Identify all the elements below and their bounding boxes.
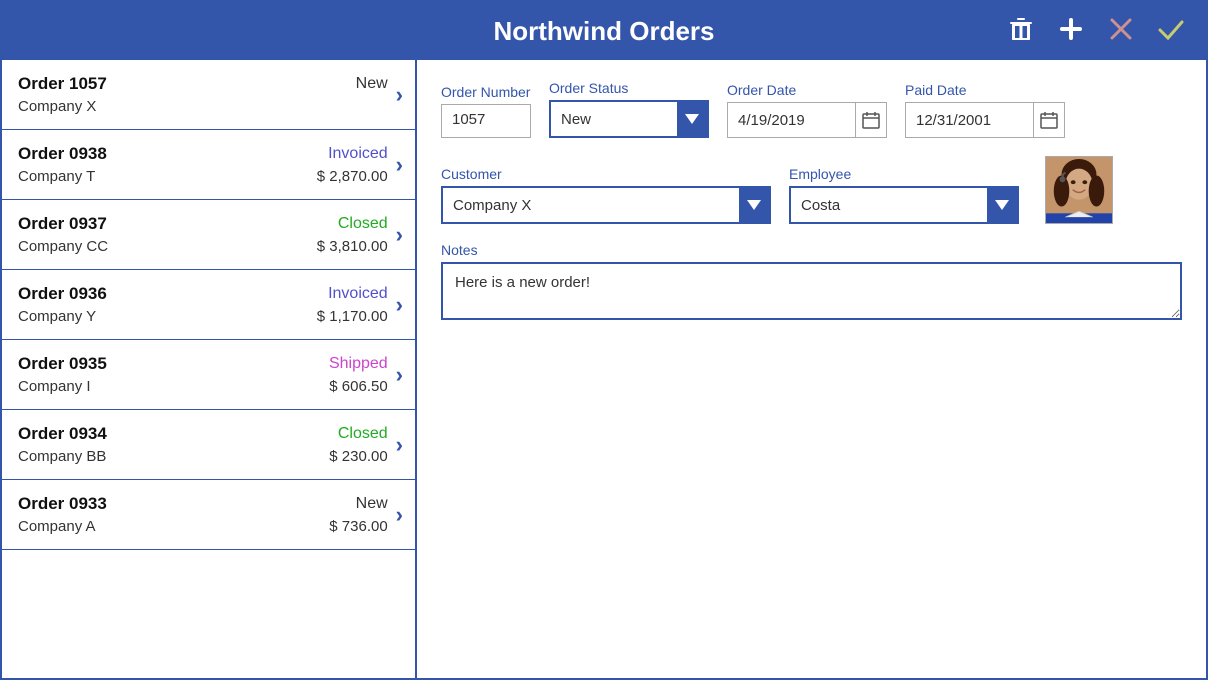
order-amount: $ 736.00 (329, 518, 387, 535)
order-status: Invoiced (328, 285, 388, 303)
order-company: Company CC (18, 238, 108, 255)
app-header: Northwind Orders (2, 2, 1206, 60)
order-status: New (356, 75, 388, 93)
order-list: Order 1057 New Company X › Order 0938 In… (2, 60, 417, 678)
chevron-right-icon: › (396, 292, 403, 318)
notes-input[interactable]: Here is a new order! (441, 262, 1182, 320)
order-company: Company Y (18, 308, 96, 325)
main-content: Order 1057 New Company X › Order 0938 In… (2, 60, 1206, 678)
order-amount: $ 606.50 (329, 378, 387, 395)
order-company: Company A (18, 518, 96, 535)
order-number-value: 1057 (452, 111, 485, 128)
chevron-right-icon: › (396, 222, 403, 248)
order-status: New (356, 495, 388, 513)
customer-value: Company X (443, 191, 739, 220)
order-number: Order 0936 (18, 284, 107, 304)
list-item[interactable]: Order 1057 New Company X › (2, 60, 415, 130)
order-status: Shipped (329, 355, 388, 373)
customer-dropdown[interactable]: Company X (441, 186, 771, 224)
chevron-right-icon: › (396, 82, 403, 108)
paid-date-label: Paid Date (905, 82, 1065, 98)
employee-group: Employee Costa (789, 166, 1019, 224)
order-date-group: Order Date 4/19/2019 (727, 82, 887, 138)
order-status: Closed (338, 425, 388, 443)
list-item[interactable]: Order 0936 Invoiced Company Y $ 1,170.00… (2, 270, 415, 340)
order-amount: $ 2,870.00 (317, 168, 388, 185)
list-item[interactable]: Order 0935 Shipped Company I $ 606.50 › (2, 340, 415, 410)
paid-date-field[interactable]: 12/31/2001 (905, 102, 1065, 138)
order-number: Order 0934 (18, 424, 107, 444)
order-number: Order 0935 (18, 354, 107, 374)
chevron-right-icon: › (396, 152, 403, 178)
list-item[interactable]: Order 0937 Closed Company CC $ 3,810.00 … (2, 200, 415, 270)
chevron-right-icon: › (396, 362, 403, 388)
order-amount: $ 230.00 (329, 448, 387, 465)
paid-date-value: 12/31/2001 (906, 106, 1033, 135)
detail-row-2: Customer Company X Employee Costa (441, 156, 1182, 224)
order-amount: $ 3,810.00 (317, 238, 388, 255)
order-company: Company X (18, 98, 96, 115)
employee-photo (1045, 156, 1113, 224)
customer-group: Customer Company X (441, 166, 771, 224)
paid-date-group: Paid Date 12/31/2001 (905, 82, 1065, 138)
order-company: Company T (18, 168, 95, 185)
order-number: Order 0937 (18, 214, 107, 234)
cancel-button[interactable] (1102, 12, 1140, 50)
employee-dropdown-button[interactable] (987, 188, 1017, 222)
order-company: Company BB (18, 448, 106, 465)
customer-dropdown-button[interactable] (739, 188, 769, 222)
detail-row-1: Order Number 1057 Order Status New (441, 80, 1182, 138)
employee-dropdown[interactable]: Costa (789, 186, 1019, 224)
chevron-right-icon: › (396, 432, 403, 458)
order-status: Closed (338, 215, 388, 233)
order-date-calendar-button[interactable] (855, 103, 886, 137)
delete-button[interactable] (1002, 12, 1040, 50)
order-status-dropdown[interactable]: New (549, 100, 709, 138)
notes-section: Notes Here is a new order! (441, 242, 1182, 325)
notes-label: Notes (441, 242, 1182, 258)
order-number-group: Order Number 1057 (441, 84, 531, 138)
chevron-right-icon: › (396, 502, 403, 528)
order-date-field[interactable]: 4/19/2019 (727, 102, 887, 138)
order-status-label: Order Status (549, 80, 709, 96)
list-item[interactable]: Order 0938 Invoiced Company T $ 2,870.00… (2, 130, 415, 200)
confirm-button[interactable] (1152, 12, 1190, 50)
list-item[interactable]: Order 0934 Closed Company BB $ 230.00 › (2, 410, 415, 480)
paid-date-calendar-button[interactable] (1033, 103, 1064, 137)
order-status-value: New (551, 105, 677, 134)
order-number: Order 0938 (18, 144, 107, 164)
employee-value: Costa (791, 191, 987, 220)
app-title: Northwind Orders (493, 16, 714, 47)
order-status-dropdown-button[interactable] (677, 102, 707, 136)
order-number: Order 1057 (18, 74, 107, 94)
order-company: Company I (18, 378, 91, 395)
add-button[interactable] (1052, 12, 1090, 50)
order-detail-panel: Order Number 1057 Order Status New (417, 60, 1206, 678)
header-toolbar (1002, 12, 1190, 50)
customer-label: Customer (441, 166, 771, 182)
list-item[interactable]: Order 0933 New Company A $ 736.00 › (2, 480, 415, 550)
order-date-label: Order Date (727, 82, 887, 98)
order-number-label: Order Number (441, 84, 531, 100)
order-status: Invoiced (328, 145, 388, 163)
order-number-field[interactable]: 1057 (441, 104, 531, 138)
employee-label: Employee (789, 166, 1019, 182)
order-number: Order 0933 (18, 494, 107, 514)
order-amount: $ 1,170.00 (317, 308, 388, 325)
order-status-group: Order Status New (549, 80, 709, 138)
order-date-value: 4/19/2019 (728, 106, 855, 135)
